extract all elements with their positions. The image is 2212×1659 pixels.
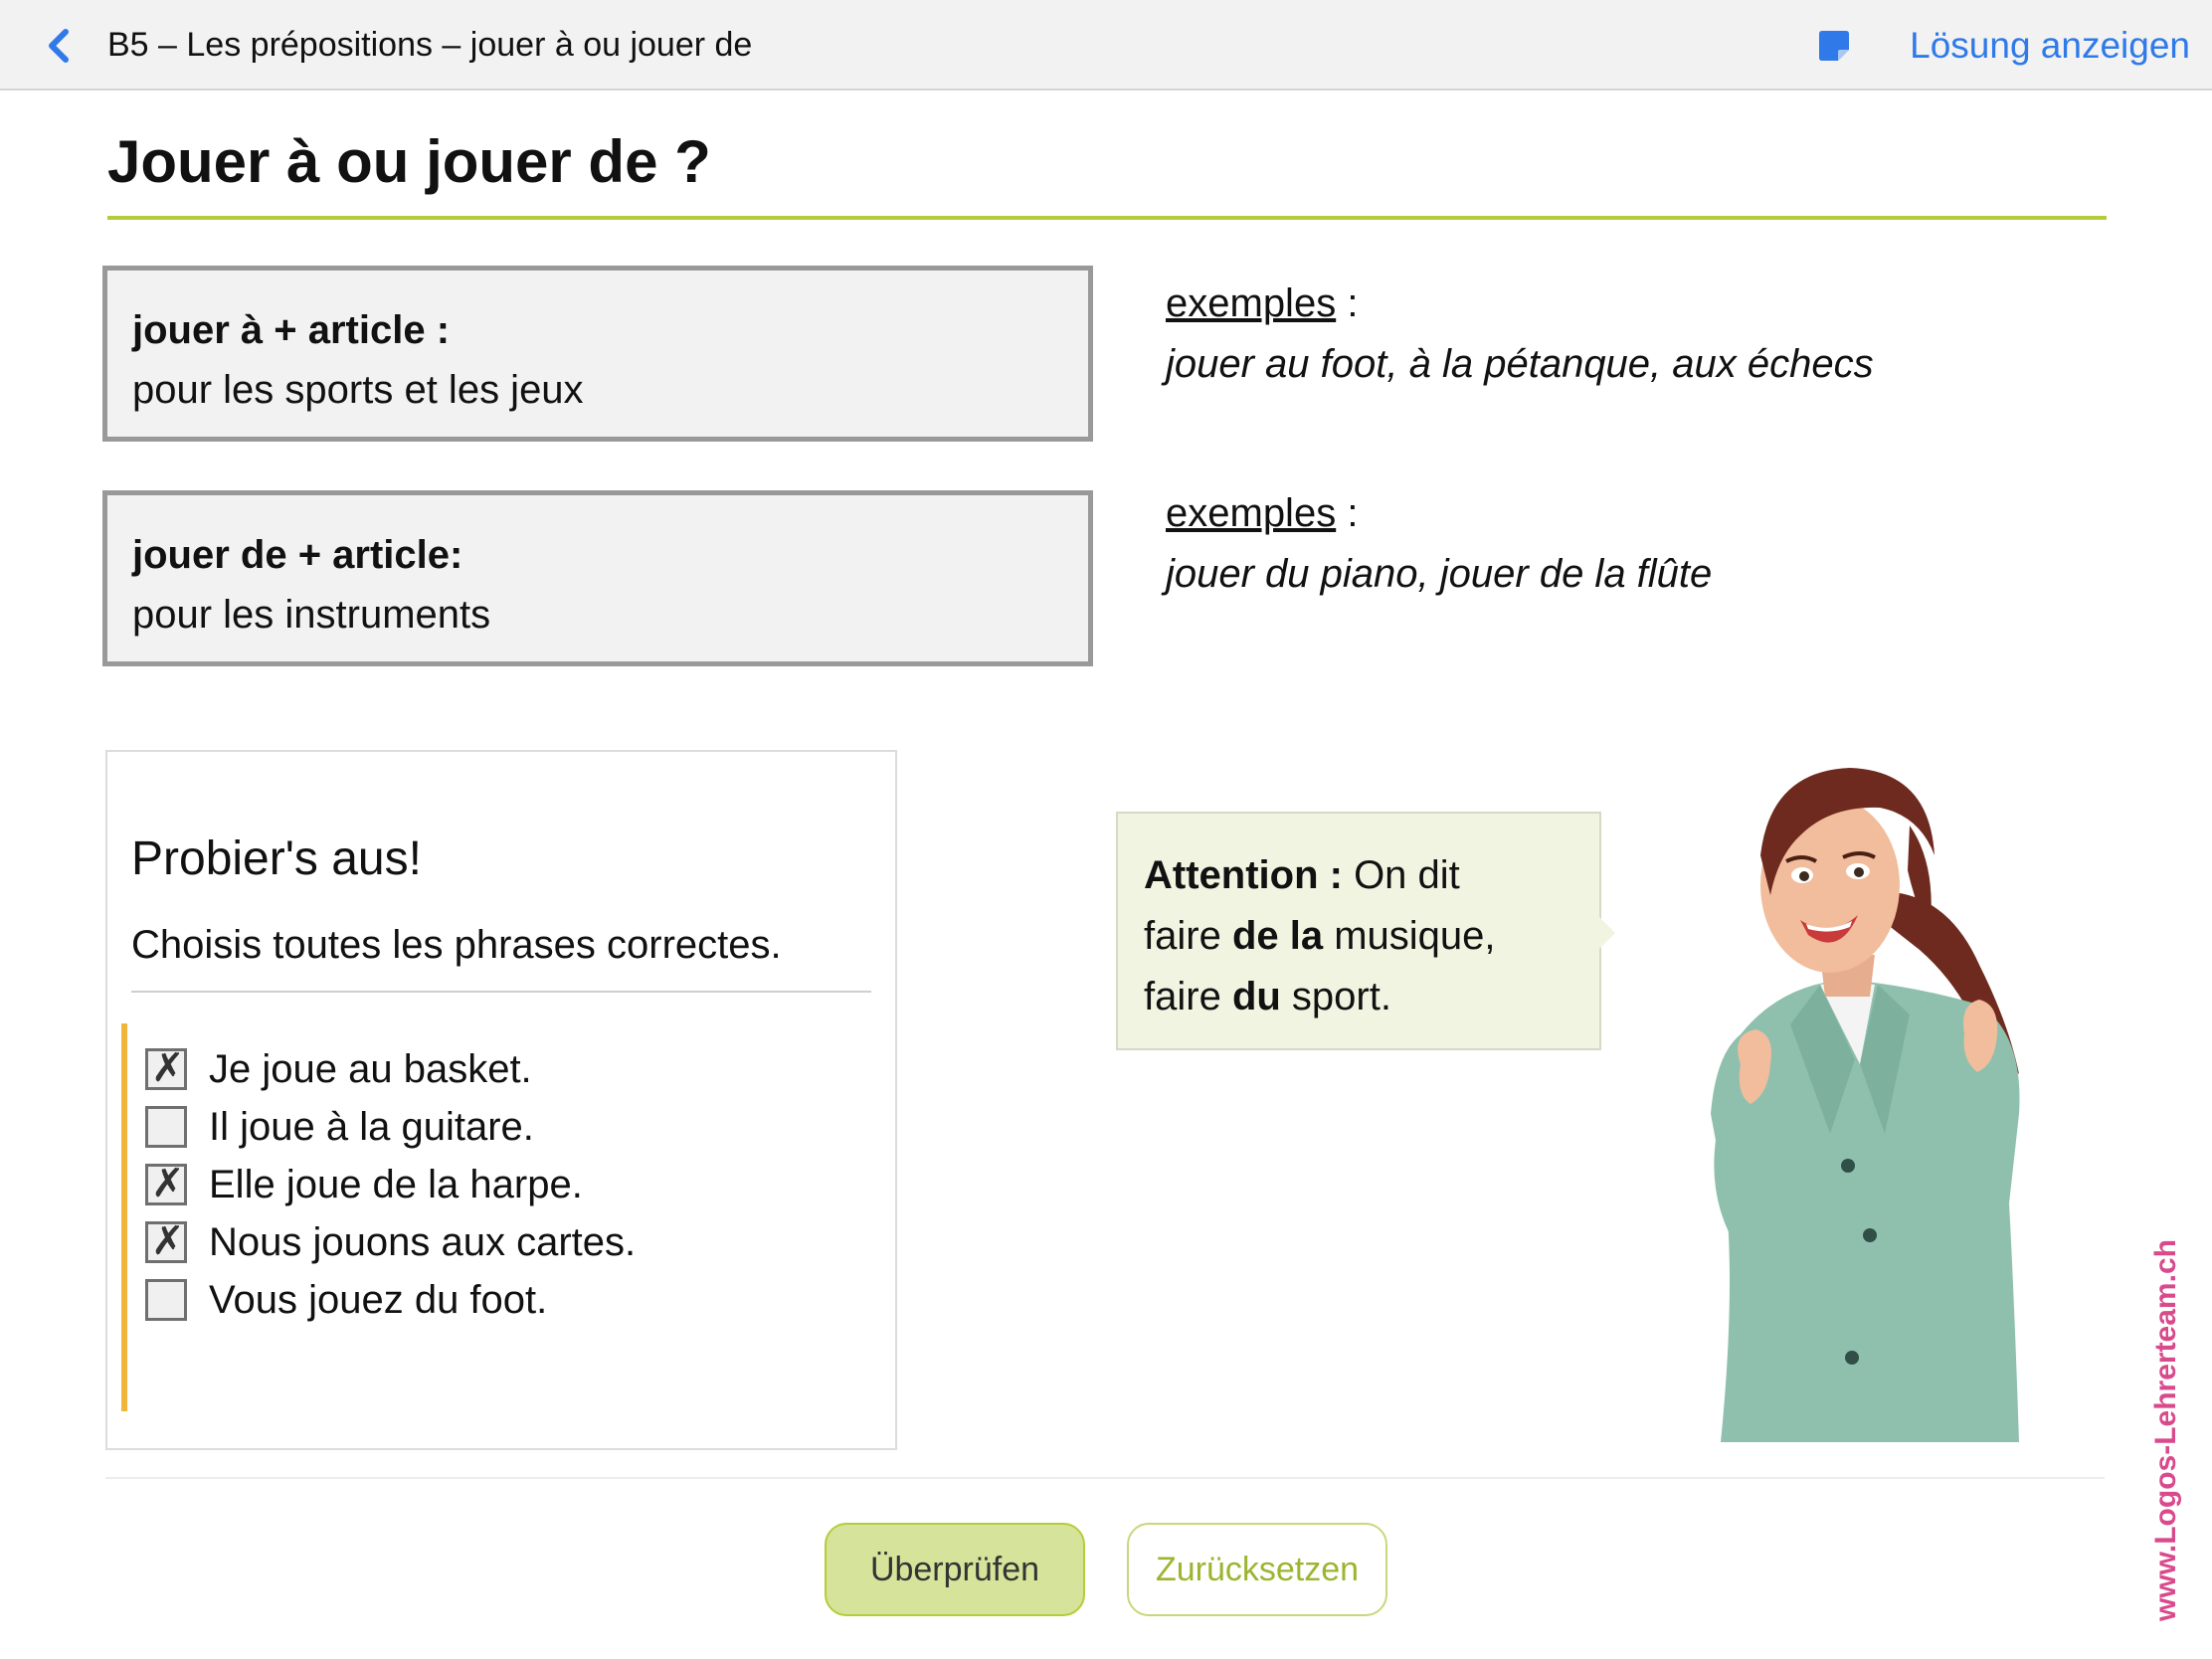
example-label: exemples — [1166, 491, 1337, 535]
reset-button[interactable]: Zurücksetzen — [1127, 1523, 1387, 1616]
bubble-line: faire du sport. — [1144, 967, 1599, 1027]
option-item[interactable]: Nous jouons aux cartes. — [145, 1212, 636, 1272]
option-label: Il joue à la guitare. — [209, 1104, 534, 1149]
option-label: Nous jouons aux cartes. — [209, 1219, 637, 1264]
rule-box-jouer-a: jouer à + article : pour les sports et l… — [102, 266, 1093, 442]
chevron-left-icon — [49, 29, 69, 63]
option-checkbox[interactable] — [145, 1161, 187, 1206]
exercise-instruction: Choisis toutes les phrases correctes. — [131, 923, 782, 967]
example-jouer-de: exemples : jouer du piano, jouer de la f… — [1166, 483, 1712, 605]
option-item[interactable]: Je joue au basket. — [145, 1039, 532, 1099]
rule-heading: jouer de + article: — [132, 533, 463, 577]
check-button[interactable]: Überprüfen — [825, 1523, 1085, 1616]
exercise-divider — [131, 991, 871, 993]
rule-box-jouer-de: jouer de + article: pour les instruments — [102, 490, 1093, 666]
bubble-bold: Attention : — [1144, 853, 1343, 897]
example-text: jouer du piano, jouer de la flûte — [1166, 552, 1713, 596]
option-checkbox[interactable] — [145, 1279, 187, 1321]
answer-indicator-bar — [121, 1023, 127, 1411]
rule-description: pour les instruments — [132, 593, 491, 637]
example-label: exemples — [1166, 281, 1337, 325]
bubble-bold: de la — [1231, 914, 1324, 958]
option-checkbox[interactable] — [145, 1218, 187, 1264]
option-checkbox[interactable] — [145, 1045, 187, 1091]
show-solution-button[interactable]: Lösung anzeigen — [1910, 25, 2190, 67]
speech-bubble: Attention : On dit faire de la musique, … — [1116, 812, 1615, 1050]
example-separator: : — [1336, 281, 1359, 325]
bubble-text: sport. — [1280, 975, 1391, 1018]
example-text: jouer au foot, à la pétanque, aux échecs — [1166, 342, 1874, 386]
bubble-line: Attention : On dit — [1144, 845, 1599, 906]
option-label: Je joue au basket. — [209, 1046, 532, 1091]
option-label: Elle joue de la harpe. — [209, 1162, 583, 1206]
note-button[interactable] — [1816, 28, 1852, 64]
page-title: Jouer à ou jouer de ? — [107, 128, 711, 195]
option-item[interactable]: Il joue à la guitare. — [145, 1097, 534, 1157]
exercise-heading: Probier's aus! — [131, 832, 422, 885]
exercise-card: Probier's aus! Choisis toutes les phrase… — [105, 750, 897, 1450]
rule-description: pour les sports et les jeux — [132, 368, 584, 412]
example-separator: : — [1336, 491, 1359, 535]
bubble-text: faire — [1144, 975, 1232, 1018]
navigation-bar: B5 – Les prépositions – jouer à ou jouer… — [0, 0, 2212, 91]
footer-divider — [105, 1477, 2105, 1479]
bubble-text: faire — [1144, 914, 1232, 958]
rule-heading: jouer à + article : — [132, 308, 451, 352]
example-jouer-a: exemples : jouer au foot, à la pétanque,… — [1166, 274, 1874, 395]
back-button[interactable] — [40, 24, 80, 68]
sticky-note-icon — [1819, 31, 1849, 61]
navigation-title: B5 – Les prépositions – jouer à ou jouer… — [107, 26, 753, 64]
title-divider — [107, 216, 2107, 220]
option-label: Vous jouez du foot. — [209, 1277, 548, 1322]
option-item[interactable]: Elle joue de la harpe. — [145, 1155, 583, 1214]
option-checkbox[interactable] — [145, 1106, 187, 1148]
bubble-text: On dit — [1342, 853, 1460, 897]
bubble-text: musique, — [1323, 914, 1496, 958]
teacher-illustration — [1711, 768, 2020, 1442]
bubble-line: faire de la musique, — [1144, 906, 1599, 967]
option-item[interactable]: Vous jouez du foot. — [145, 1270, 547, 1330]
bubble-bold: du — [1231, 975, 1281, 1018]
watermark: www.Logos-Lehrerteam.ch — [2149, 1239, 2182, 1621]
